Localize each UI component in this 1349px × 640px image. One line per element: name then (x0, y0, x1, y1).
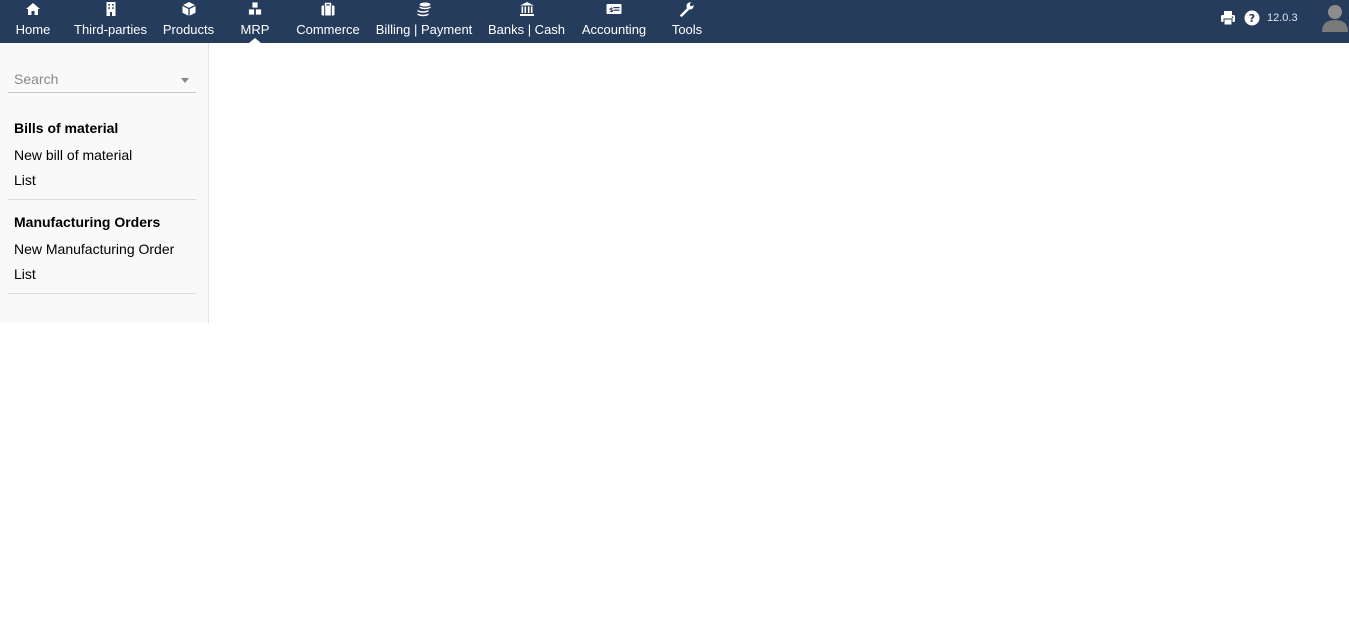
nav-item-tools[interactable]: Tools (664, 0, 710, 43)
nav-item-commerce[interactable]: Commerce (292, 0, 364, 43)
nav-item-label: Home (15, 22, 51, 37)
search-placeholder: Search (14, 71, 59, 87)
active-indicator (249, 38, 261, 43)
nav-item-products[interactable]: Products (159, 0, 218, 43)
coins-icon (416, 1, 432, 17)
top-menu-bar: Home Third-parties Products MRP Commerce… (0, 0, 1349, 43)
nav-item-label: Banks | Cash (487, 22, 566, 37)
divider (8, 199, 196, 200)
bank-icon (519, 1, 535, 17)
nav-item-label: Commerce (296, 22, 360, 37)
link-new-bill-of-material[interactable]: New bill of material (14, 147, 132, 163)
nav-item-accounting[interactable]: $ Accounting (577, 0, 651, 43)
nav-item-mrp[interactable]: MRP (232, 0, 278, 43)
cubes-icon (247, 1, 263, 17)
user-avatar-icon[interactable] (1319, 1, 1349, 33)
nav-item-third-parties[interactable]: Third-parties (70, 0, 151, 43)
link-new-manufacturing-order[interactable]: New Manufacturing Order (14, 241, 174, 257)
section-title-manufacturing-orders[interactable]: Manufacturing Orders (14, 214, 160, 230)
nav-item-label: Accounting (581, 22, 647, 37)
left-sidebar: Search Bills of material New bill of mat… (0, 43, 209, 323)
wrench-icon (679, 1, 695, 17)
search-select[interactable]: Search (8, 68, 196, 93)
section-title-bills-of-material[interactable]: Bills of material (14, 120, 118, 136)
divider (8, 293, 196, 294)
link-mo-list[interactable]: List (14, 266, 36, 282)
home-icon (25, 1, 41, 17)
nav-item-label: Billing | Payment (375, 22, 473, 37)
print-icon[interactable] (1220, 10, 1236, 26)
nav-item-label: Third-parties (74, 22, 147, 37)
money-check-icon: $ (606, 1, 622, 17)
help-icon[interactable]: ? (1244, 10, 1260, 26)
svg-text:$: $ (609, 6, 614, 14)
link-bom-list[interactable]: List (14, 172, 36, 188)
building-icon (103, 1, 119, 17)
nav-item-banks-cash[interactable]: Banks | Cash (484, 0, 569, 43)
top-right-tools: ? 12.0.3 ad (1210, 0, 1349, 43)
nav-item-label: Products (162, 22, 215, 37)
box-icon (181, 1, 197, 17)
svg-text:?: ? (1249, 12, 1255, 25)
chevron-down-icon (181, 78, 189, 83)
briefcase-icon (320, 1, 336, 17)
nav-item-label: Tools (671, 22, 703, 37)
nav-item-billing-payment[interactable]: Billing | Payment (372, 0, 476, 43)
nav-item-home[interactable]: Home (8, 0, 58, 43)
nav-item-label: MRP (240, 22, 270, 37)
version-label: 12.0.3 (1267, 12, 1298, 24)
